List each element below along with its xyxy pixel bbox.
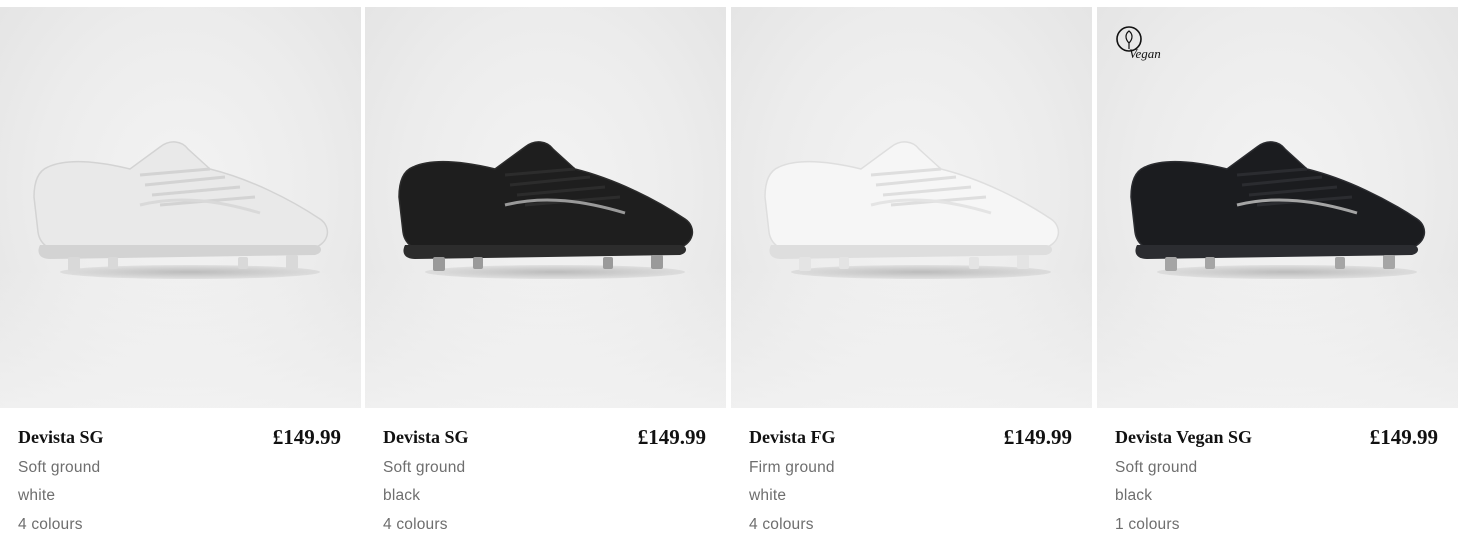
- product-price: £149.99: [1003, 425, 1072, 449]
- boot-image: [398, 141, 694, 271]
- product-colour: black: [383, 487, 421, 504]
- product-grid: Devista SG £149.99 Soft ground white 4 c…: [0, 0, 1460, 550]
- product-price: £149.99: [637, 425, 706, 449]
- vegan-badge-icon: Vegan: [1116, 26, 1161, 61]
- product-name[interactable]: Devista FG: [749, 427, 835, 448]
- product-image[interactable]: [365, 7, 726, 408]
- product-card[interactable]: Vegan Devista Vegan SG £149.99 Soft grou…: [1097, 7, 1458, 550]
- product-image[interactable]: [731, 7, 1092, 408]
- product-price: £149.99: [1369, 425, 1438, 449]
- product-ground: Soft ground: [18, 459, 101, 476]
- product-name[interactable]: Devista SG: [383, 427, 469, 448]
- product-card[interactable]: Devista SG £149.99 Soft ground black 4 c…: [365, 7, 726, 550]
- product-colours-count: 1 colours: [1115, 516, 1180, 533]
- boot-image: [33, 141, 329, 271]
- product-colour: white: [749, 487, 787, 504]
- vegan-badge-text: Vegan: [1129, 46, 1161, 61]
- boot-image: [764, 141, 1060, 271]
- product-card[interactable]: Devista SG £149.99 Soft ground white 4 c…: [0, 7, 361, 550]
- product-ground: Soft ground: [1115, 459, 1198, 476]
- product-ground: Soft ground: [383, 459, 466, 476]
- product-name[interactable]: Devista Vegan SG: [1115, 427, 1252, 448]
- product-image[interactable]: Vegan: [1097, 7, 1458, 408]
- product-colour: white: [18, 487, 56, 504]
- product-colours-count: 4 colours: [749, 516, 814, 533]
- product-colours-count: 4 colours: [18, 516, 83, 533]
- product-image[interactable]: [0, 7, 361, 408]
- product-card[interactable]: Devista FG £149.99 Firm ground white 4 c…: [731, 7, 1092, 550]
- product-price: £149.99: [272, 425, 341, 449]
- product-name[interactable]: Devista SG: [18, 427, 104, 448]
- product-ground: Firm ground: [749, 459, 835, 476]
- boot-image: [1130, 141, 1426, 271]
- product-colour: black: [1115, 487, 1153, 504]
- product-colours-count: 4 colours: [383, 516, 448, 533]
